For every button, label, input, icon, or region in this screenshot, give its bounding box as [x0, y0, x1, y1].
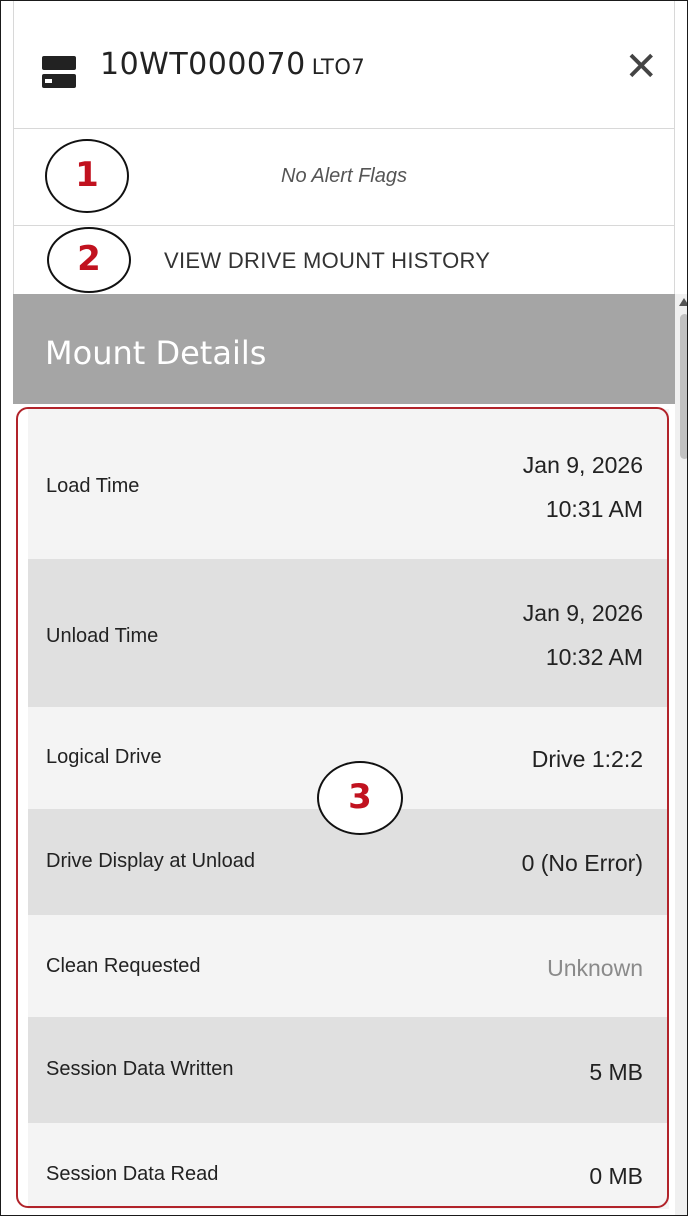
- panel-header: 10WT000070 LTO7 ✕: [13, 1, 675, 129]
- detail-value: Unknown: [547, 955, 643, 981]
- detail-label: Drive Display at Unload: [46, 850, 255, 872]
- detail-value: Drive 1:2:2: [531, 746, 643, 772]
- detail-label: Session Data Read: [46, 1163, 219, 1185]
- detail-row-data-read: Session Data Read 0 MB: [28, 1123, 669, 1209]
- detail-row-clean-requested: Clean Requested Unknown: [28, 915, 669, 1017]
- scroll-up-icon[interactable]: [679, 298, 687, 306]
- detail-value: 0 (No Error): [521, 850, 643, 876]
- detail-value: 0 MB: [589, 1163, 643, 1189]
- detail-label: Logical Drive: [46, 746, 162, 768]
- section-title: Mount Details: [45, 334, 267, 372]
- detail-value-date: Jan 9, 2026: [522, 452, 643, 478]
- drive-icon: [42, 56, 76, 88]
- scrollbar-thumb[interactable]: [680, 314, 687, 459]
- drive-serial: 10WT000070: [100, 47, 306, 82]
- drive-type: LTO7: [311, 55, 366, 79]
- detail-row-load-time: Load Time Jan 9, 2026 10:31 AM: [28, 409, 669, 559]
- detail-label: Load Time: [46, 475, 140, 497]
- annotation-badge-2: 2: [47, 227, 131, 293]
- detail-label: Unload Time: [46, 625, 159, 647]
- detail-label: Clean Requested: [46, 955, 201, 977]
- annotation-badge-3: 3: [317, 761, 403, 835]
- annotation-badge-1: 1: [45, 139, 129, 213]
- page-title: 10WT000070 LTO7: [100, 47, 365, 82]
- detail-row-unload-time: Unload Time Jan 9, 2026 10:32 AM: [28, 559, 669, 707]
- detail-value-time: 10:31 AM: [545, 496, 643, 522]
- close-icon[interactable]: ✕: [624, 47, 658, 87]
- detail-value: 5 MB: [589, 1059, 643, 1085]
- drive-details-panel: 10WT000070 LTO7 ✕ No Alert Flags VIEW DRI…: [0, 0, 688, 1216]
- detail-label: Session Data Written: [46, 1058, 234, 1080]
- detail-row-data-written: Session Data Written 5 MB: [28, 1017, 669, 1123]
- section-header: Mount Details: [13, 294, 675, 404]
- view-mount-history-link[interactable]: VIEW DRIVE MOUNT HISTORY: [164, 248, 490, 274]
- detail-value-date: Jan 9, 2026: [522, 600, 643, 626]
- detail-value-time: 10:32 AM: [545, 644, 643, 670]
